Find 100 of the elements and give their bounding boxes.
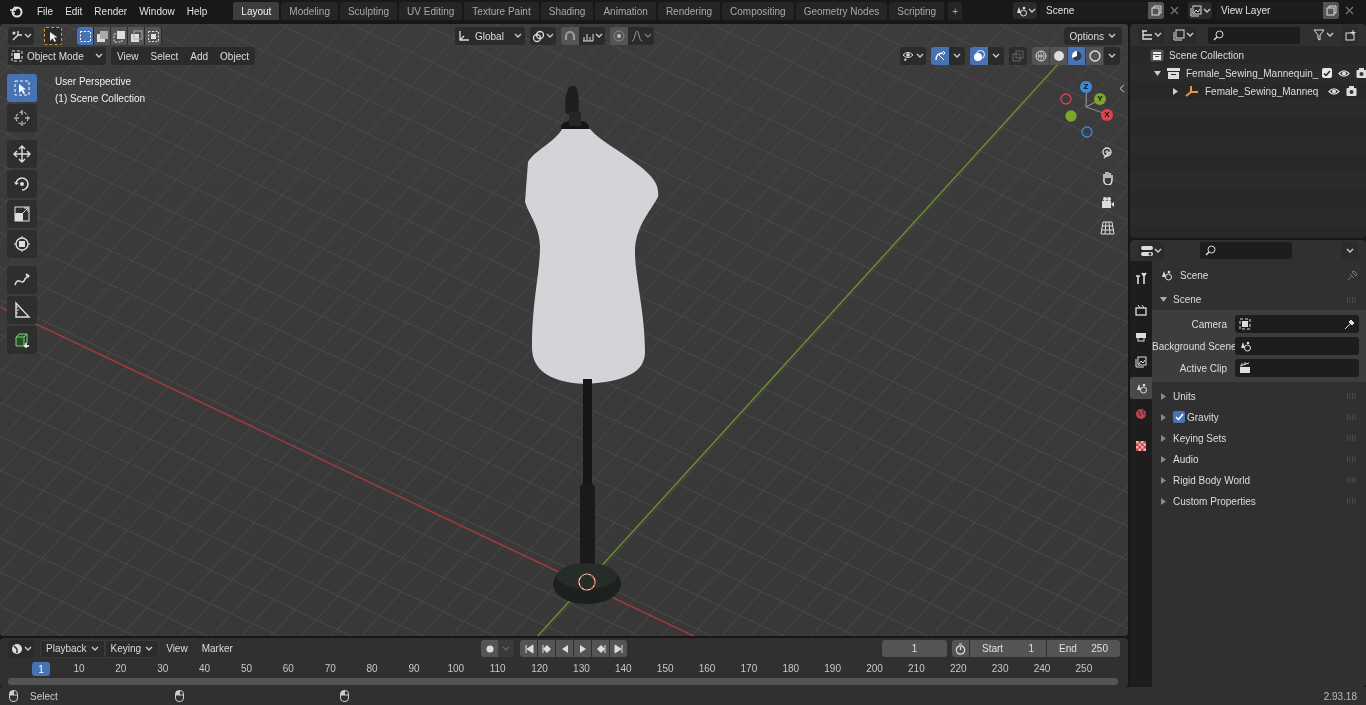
tool-button[interactable] — [7, 326, 37, 354]
drag-grip-icon[interactable] — [1346, 393, 1358, 399]
panel-header[interactable]: Rigid Body World — [1152, 470, 1366, 490]
search-field[interactable] — [1208, 26, 1300, 44]
drag-grip-icon[interactable] — [1346, 498, 1358, 504]
tool-button[interactable] — [7, 74, 37, 102]
playback-button[interactable] — [574, 640, 591, 657]
tool-button[interactable] — [7, 170, 37, 198]
properties-tab[interactable] — [1130, 377, 1152, 399]
editor-type-button[interactable] — [1138, 242, 1164, 259]
snap-target-dropdown[interactable] — [579, 27, 605, 45]
camera-icon[interactable] — [1356, 68, 1366, 78]
copy-button[interactable] — [1148, 2, 1164, 19]
shading-mode-button[interactable] — [1050, 47, 1067, 65]
gizmo-toggle[interactable] — [931, 47, 949, 65]
workspace-tab[interactable]: Layout — [233, 2, 280, 20]
data-block-field[interactable] — [1235, 315, 1359, 333]
panel-header[interactable]: Gravity — [1152, 407, 1366, 427]
collapsed-triangle-icon[interactable] — [1172, 87, 1179, 95]
workspace-tab[interactable]: Shading — [540, 2, 594, 20]
viewport-menu[interactable]: Object — [214, 47, 255, 65]
shading-mode-button[interactable] — [1068, 47, 1085, 65]
current-frame-field[interactable]: 1 — [882, 640, 947, 657]
workspace-tab[interactable]: Compositing — [722, 2, 794, 20]
playhead-frame[interactable]: 1 — [32, 662, 50, 676]
visibility-dropdown[interactable] — [900, 47, 926, 65]
snap-toggle[interactable] — [561, 27, 579, 45]
eyedropper-icon[interactable] — [1344, 318, 1355, 330]
workspace-tab[interactable]: Geometry Nodes — [795, 2, 888, 20]
checkbox[interactable] — [1173, 411, 1185, 423]
workspace-tab[interactable]: Scripting — [889, 2, 945, 20]
workspace-tab[interactable]: UV Editing — [399, 2, 463, 20]
scene-field[interactable]: Scene — [1040, 2, 1148, 19]
outliner-item[interactable]: Scene Collection — [1169, 47, 1245, 63]
data-block-menu-button[interactable] — [1013, 2, 1037, 19]
panel-header[interactable]: Custom Properties — [1152, 491, 1366, 511]
viewport-menu[interactable]: Add — [184, 47, 215, 65]
drag-grip-icon[interactable] — [1346, 414, 1358, 420]
display-mode-dropdown[interactable] — [1170, 26, 1196, 44]
close-icon[interactable] — [1345, 6, 1354, 15]
workspace-tab[interactable]: Animation — [595, 2, 656, 20]
menu-item[interactable]: File — [31, 1, 60, 21]
pin-icon[interactable] — [1347, 269, 1358, 281]
editor-type-button[interactable] — [8, 27, 34, 45]
falloff-dropdown[interactable] — [628, 27, 654, 45]
dropdown-button[interactable] — [1104, 47, 1120, 65]
tool-button[interactable] — [7, 296, 37, 324]
selection-mode-button[interactable] — [111, 27, 127, 45]
workspace-tab[interactable]: Rendering — [657, 2, 721, 20]
shading-mode-button[interactable] — [1086, 47, 1103, 65]
overlay-toggle[interactable] — [970, 47, 988, 65]
viewport-menu[interactable]: View — [111, 47, 145, 65]
select-tool-button[interactable] — [44, 27, 62, 45]
menu-item[interactable]: Render — [88, 1, 134, 21]
timeline-menu[interactable]: Marker — [194, 639, 240, 658]
start-frame-field[interactable]: Start 1 — [970, 640, 1046, 657]
menu-item[interactable]: Window — [133, 1, 181, 21]
tool-button[interactable] — [7, 104, 37, 132]
data-block-field[interactable] — [1235, 359, 1359, 377]
eye-icon[interactable] — [1328, 86, 1340, 96]
drag-grip-icon[interactable] — [1346, 456, 1358, 462]
workspace-tab[interactable]: Texture Paint — [464, 2, 539, 20]
xray-toggle[interactable] — [1009, 47, 1027, 65]
dropdown-button[interactable] — [988, 47, 1004, 65]
selection-mode-button[interactable] — [145, 27, 161, 45]
search-field[interactable] — [1200, 242, 1292, 259]
data-block-field[interactable] — [1235, 337, 1359, 355]
end-frame-field[interactable]: End 250 — [1047, 640, 1120, 657]
exclude-checkbox[interactable] — [1322, 68, 1333, 78]
drag-grip-icon[interactable] — [1346, 477, 1358, 483]
close-icon[interactable] — [1170, 6, 1179, 15]
outliner-item[interactable]: Female_Sewing_Mannequin_ — [1186, 65, 1319, 81]
filter-dropdown[interactable] — [1310, 26, 1336, 44]
expanded-triangle-icon[interactable] — [1154, 69, 1161, 77]
playback-button[interactable] — [610, 640, 627, 657]
panel-header[interactable]: Units — [1152, 386, 1366, 406]
object-mode-dropdown[interactable]: Object Mode — [8, 47, 106, 65]
drag-grip-icon[interactable] — [1346, 296, 1358, 303]
eye-icon[interactable] — [1338, 68, 1351, 78]
negative-axis-circle-icon[interactable] — [1081, 126, 1093, 138]
data-block-menu-button[interactable] — [1188, 2, 1212, 19]
add-workspace-tab[interactable]: + — [948, 2, 962, 20]
pivot-point-dropdown[interactable] — [530, 27, 556, 45]
copy-button[interactable] — [1323, 2, 1339, 19]
tool-button[interactable] — [7, 200, 37, 228]
timeline-menu[interactable]: View — [159, 639, 195, 658]
selection-mode-button[interactable] — [94, 27, 110, 45]
timeline-dropdown[interactable]: Playback — [40, 639, 105, 658]
menu-item[interactable]: Help — [180, 1, 214, 21]
tool-button[interactable] — [7, 230, 37, 258]
panel-header[interactable]: Keying Sets — [1152, 428, 1366, 448]
options-dropdown[interactable]: Options — [1063, 27, 1122, 45]
playback-button[interactable] — [520, 640, 537, 657]
timeline-scrollbar[interactable] — [8, 678, 1118, 685]
playback-button[interactable] — [538, 640, 555, 657]
record-button[interactable] — [481, 640, 498, 657]
editor-type-button[interactable] — [8, 639, 34, 658]
panel-header[interactable]: Audio — [1152, 449, 1366, 469]
negative-axis-circle-icon[interactable] — [1060, 93, 1072, 105]
dropdown-button[interactable] — [949, 47, 965, 65]
